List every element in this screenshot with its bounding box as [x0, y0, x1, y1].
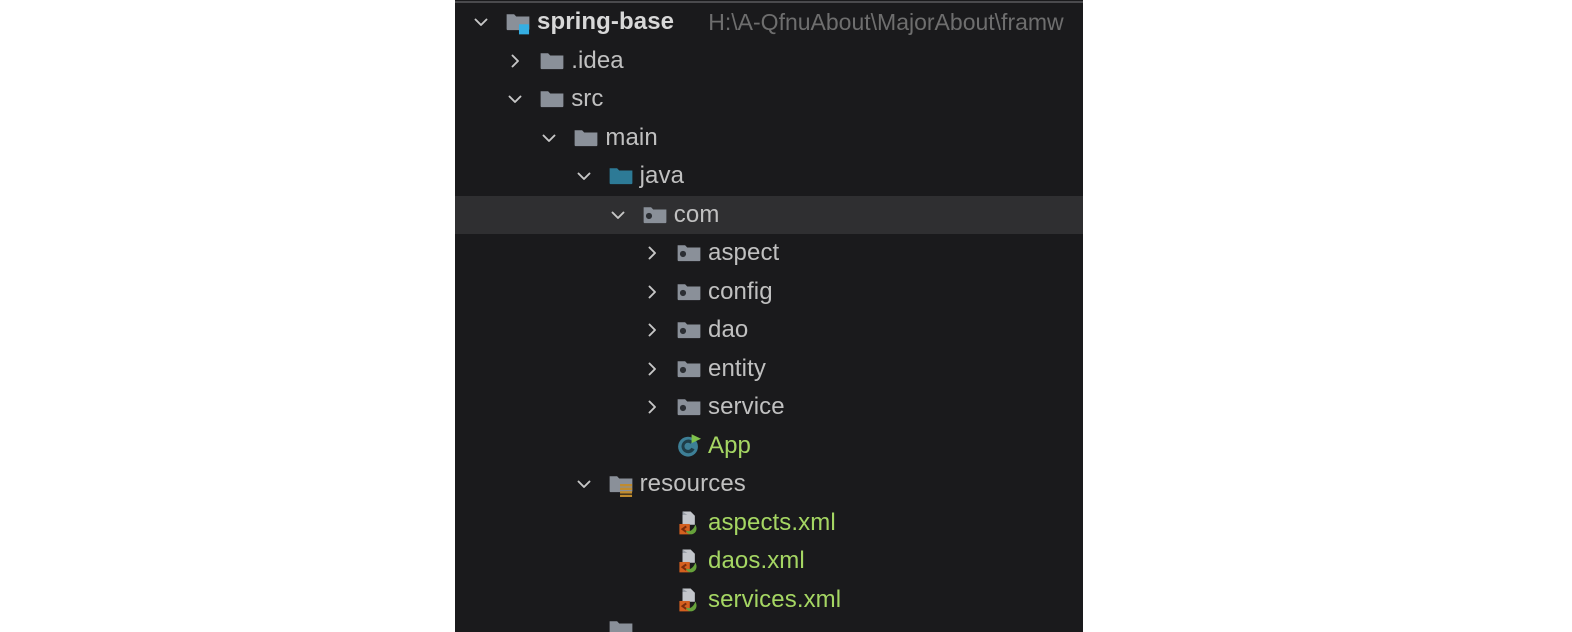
tree-row-label: aspects.xml: [708, 508, 836, 536]
tree-row-label: spring-base: [537, 8, 675, 36]
tree-row[interactable]: .idea: [455, 42, 1083, 81]
package-icon: [676, 240, 702, 266]
tree-row-label: dao: [708, 316, 749, 344]
package-icon: [676, 317, 702, 343]
chevron-right-icon[interactable]: [642, 359, 662, 379]
package-icon: [642, 202, 668, 228]
chevron-down-icon[interactable]: [539, 128, 559, 148]
spring-xml-file-icon: [676, 548, 702, 574]
tree-row[interactable]: config: [455, 273, 1083, 312]
tree-row-label: com: [673, 200, 720, 228]
chevron-right-icon[interactable]: [642, 397, 662, 417]
spring-xml-file-icon: [676, 510, 702, 536]
tree-row[interactable]: spring-base H:\A-QfnuAbout\MajorAbout\fra…: [455, 3, 1083, 42]
tree-row-label: main: [605, 123, 658, 151]
tree-row[interactable]: dao: [455, 311, 1083, 350]
folder-icon: [573, 125, 599, 151]
tree-row[interactable]: src: [455, 80, 1083, 119]
resource-root-folder-icon: [608, 471, 634, 498]
screenshot-stage: spring-base H:\A-QfnuAbout\MajorAbout\fra…: [0, 0, 1572, 632]
folder-icon: [539, 86, 565, 112]
tree-row-label: App: [708, 431, 752, 459]
chevron-down-icon[interactable]: [574, 474, 594, 494]
tree-row-label: daos.xml: [708, 547, 805, 575]
tree-row[interactable]: services.xml: [455, 581, 1083, 620]
tree-row-label: config: [708, 277, 773, 305]
tree-row[interactable]: com: [455, 195, 1083, 234]
project-tree[interactable]: spring-base H:\A-QfnuAbout\MajorAbout\fra…: [455, 3, 1083, 619]
tree-row[interactable]: resources: [455, 465, 1083, 504]
chevron-down-icon[interactable]: [505, 89, 525, 109]
chevron-right-icon[interactable]: [505, 51, 525, 71]
project-tree-panel[interactable]: spring-base H:\A-QfnuAbout\MajorAbout\fra…: [455, 0, 1083, 632]
tree-row[interactable]: aspects.xml: [455, 504, 1083, 543]
tree-row[interactable]: App: [455, 427, 1083, 466]
tree-row-label: aspect: [708, 239, 780, 267]
chevron-down-icon[interactable]: [574, 166, 594, 186]
tree-row[interactable]: entity: [455, 350, 1083, 389]
tree-row-clipped[interactable]: [455, 616, 1083, 632]
tree-row-label: .idea: [571, 46, 624, 74]
module-folder-icon: [505, 9, 531, 35]
tree-row-label: entity: [708, 354, 766, 382]
spring-xml-file-icon: [676, 587, 702, 613]
chevron-right-icon[interactable]: [642, 320, 662, 340]
folder-icon: [539, 48, 565, 74]
package-icon: [676, 356, 702, 382]
chevron-down-icon[interactable]: [608, 205, 628, 225]
tree-row[interactable]: main: [455, 119, 1083, 158]
tree-row-label: src: [571, 85, 604, 113]
tree-row[interactable]: daos.xml: [455, 542, 1083, 581]
tree-row-label: java: [639, 162, 685, 190]
runnable-java-class-icon: [676, 433, 702, 459]
tree-row-label: services.xml: [708, 585, 842, 613]
chevron-down-icon[interactable]: [471, 12, 491, 32]
tree-row[interactable]: java: [455, 157, 1083, 196]
tree-row-label: resources: [639, 470, 746, 498]
tree-row[interactable]: service: [455, 388, 1083, 427]
package-icon: [676, 279, 702, 305]
chevron-right-icon[interactable]: [642, 243, 662, 263]
source-root-folder-icon: [608, 163, 634, 189]
chevron-right-icon[interactable]: [642, 282, 662, 302]
tree-row-label: service: [708, 393, 785, 421]
tree-row-path: H:\A-QfnuAbout\MajorAbout\framw: [708, 8, 1064, 35]
package-icon: [676, 394, 702, 420]
tree-row[interactable]: aspect: [455, 234, 1083, 273]
folder-icon: [608, 616, 634, 632]
